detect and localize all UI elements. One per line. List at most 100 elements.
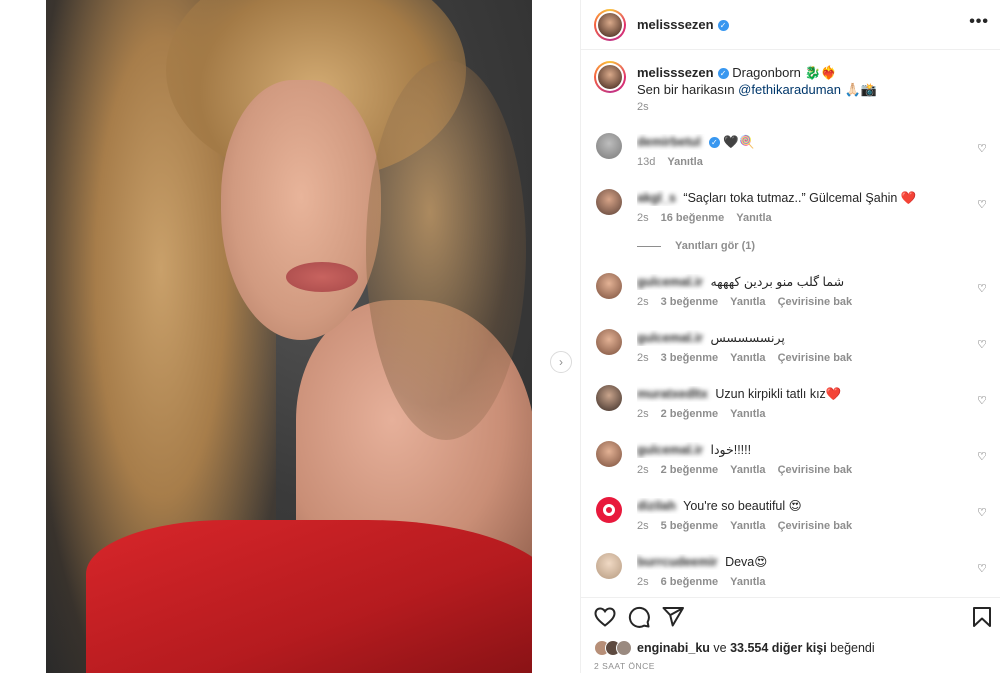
comment-like-heart-icon[interactable]: ♡ bbox=[977, 507, 989, 519]
comment-like-heart-icon[interactable]: ♡ bbox=[977, 143, 989, 155]
comment-time: 2s bbox=[637, 520, 649, 532]
comment-body: akgl_s “Saçları toka tutmaz..” Gülcemal … bbox=[637, 190, 967, 206]
comment-likes[interactable]: 3 beğenme bbox=[661, 352, 718, 364]
translate-button[interactable]: Çevirisine bak bbox=[778, 296, 853, 308]
reply-button[interactable]: Yanıtla bbox=[730, 464, 765, 476]
comment-body: demirbetul ✓ 🖤🍭 bbox=[637, 134, 967, 150]
caption-mention-link[interactable]: @fethikaraduman bbox=[738, 82, 841, 97]
comment-meta: 2s 3 beğenme Yanıtla Çevirisine bak bbox=[637, 296, 864, 308]
caption-username[interactable]: melisssezen bbox=[637, 65, 714, 80]
caption-text: melisssezen ✓ Dragonborn 🐉❤️‍🔥 Sen bir ha… bbox=[637, 64, 977, 98]
comment-username[interactable]: muratxedltx bbox=[637, 387, 708, 401]
comment-like-heart-icon[interactable]: ♡ bbox=[977, 339, 989, 351]
comment-likes[interactable]: 2 beğenme bbox=[661, 464, 718, 476]
photo-face bbox=[221, 80, 381, 340]
bookmark-icon[interactable] bbox=[970, 605, 994, 629]
reply-button[interactable]: Yanıtla bbox=[730, 352, 765, 364]
comment-body: burrcudeemir Deva😍 bbox=[637, 554, 967, 570]
post-action-bar bbox=[581, 597, 1000, 633]
comment-meta: 2s 2 beğenme Yanıtla bbox=[637, 408, 778, 420]
comment-item: muratxedltx Uzun kirpikli tatlı kız❤️ 2s… bbox=[594, 383, 989, 427]
reply-button[interactable]: Yanıtla bbox=[730, 576, 765, 588]
view-replies-button[interactable]: Yanıtları gör (1) bbox=[637, 240, 755, 252]
comment-username[interactable]: demirbetul bbox=[637, 135, 701, 149]
comment-likes[interactable]: 5 beğenme bbox=[661, 520, 718, 532]
translate-button[interactable]: Çevirisine bak bbox=[778, 520, 853, 532]
likes-count[interactable]: 33.554 diğer kişi bbox=[730, 641, 827, 655]
comment-time: 13d bbox=[637, 156, 656, 168]
reply-button[interactable]: Yanıtla bbox=[730, 296, 765, 308]
comment-time: 2s bbox=[637, 296, 649, 308]
comment-body: gulcemal.ir خودا!!!!! bbox=[637, 442, 967, 458]
comment-meta: 13d Yanıtla bbox=[637, 156, 715, 168]
comment-likes[interactable]: 3 beğenme bbox=[661, 296, 718, 308]
comment-likes[interactable]: 2 beğenme bbox=[661, 408, 718, 420]
comment-body: muratxedltx Uzun kirpikli tatlı kız❤️ bbox=[637, 386, 967, 402]
post-photo[interactable] bbox=[46, 0, 532, 673]
comment-icon[interactable] bbox=[627, 605, 651, 629]
comment-time: 2s bbox=[637, 212, 649, 224]
likes-summary[interactable]: enginabi_ku ve 33.554 diğer kişi beğendi bbox=[594, 640, 875, 656]
translate-button[interactable]: Çevirisine bak bbox=[778, 464, 853, 476]
comment-time: 2s bbox=[637, 408, 649, 420]
comment-likes[interactable]: 6 beğenme bbox=[661, 576, 718, 588]
send-icon[interactable] bbox=[661, 605, 685, 629]
post-side-panel: melisssezen ✓ ••• melisssezen ✓ Dragonborn… bbox=[580, 0, 1000, 673]
comment-avatar[interactable] bbox=[596, 385, 622, 411]
caption-avatar[interactable] bbox=[594, 61, 626, 93]
comment-username[interactable]: akgl_s bbox=[637, 191, 676, 205]
comment-meta: 2s 2 beğenme Yanıtla Çevirisine bak bbox=[637, 464, 864, 476]
reply-button[interactable]: Yanıtla bbox=[730, 520, 765, 532]
liker-avatar bbox=[616, 640, 632, 656]
heart-icon[interactable] bbox=[593, 605, 617, 629]
comment-text: خودا!!!!! bbox=[710, 443, 752, 457]
brand-logo-icon bbox=[603, 504, 615, 516]
comment-avatar[interactable] bbox=[596, 189, 622, 215]
comment-username[interactable]: dizilah bbox=[637, 499, 676, 513]
comment-avatar[interactable] bbox=[596, 273, 622, 299]
caption-time: 2s bbox=[637, 101, 649, 113]
liker-username[interactable]: enginabi_ku bbox=[637, 641, 710, 655]
likes-text: enginabi_ku ve 33.554 diğer kişi beğendi bbox=[637, 641, 875, 655]
comment-item: akgl_s “Saçları toka tutmaz..” Gülcemal … bbox=[594, 187, 989, 231]
avatar[interactable] bbox=[594, 9, 626, 41]
comment-avatar[interactable] bbox=[596, 441, 622, 467]
reply-button[interactable]: Yanıtla bbox=[736, 212, 771, 224]
comment-like-heart-icon[interactable]: ♡ bbox=[977, 199, 989, 211]
comment-time: 2s bbox=[637, 576, 649, 588]
comment-username[interactable]: gulcemal.ir bbox=[637, 443, 703, 457]
post-header: melisssezen ✓ ••• bbox=[581, 0, 1000, 50]
comment-avatar[interactable] bbox=[596, 497, 622, 523]
comment-text: “Saçları toka tutmaz..” Gülcemal Şahin ❤… bbox=[683, 191, 917, 205]
verified-badge-icon: ✓ bbox=[708, 137, 720, 149]
header-username[interactable]: melisssezen ✓ bbox=[637, 17, 729, 32]
comment-body: gulcemal.ir پرنسسسسس bbox=[637, 330, 967, 346]
comment-like-heart-icon[interactable]: ♡ bbox=[977, 395, 989, 407]
comment-likes[interactable]: 16 beğenme bbox=[661, 212, 725, 224]
comment-text: Deva😍 bbox=[725, 555, 768, 569]
comment-text: You're so beautiful 😍 bbox=[683, 499, 802, 513]
reply-button[interactable]: Yanıtla bbox=[730, 408, 765, 420]
comment-meta: 2s 6 beğenme Yanıtla bbox=[637, 576, 778, 588]
comment-username[interactable]: burrcudeemir bbox=[637, 555, 718, 569]
more-options-icon[interactable]: ••• bbox=[969, 13, 989, 31]
comment-like-heart-icon[interactable]: ♡ bbox=[977, 451, 989, 463]
comment-like-heart-icon[interactable]: ♡ bbox=[977, 563, 989, 575]
comment-username[interactable]: gulcemal.ir bbox=[637, 275, 703, 289]
chevron-right-icon: › bbox=[559, 355, 563, 369]
photo-hair-right bbox=[366, 60, 526, 440]
comment-avatar[interactable] bbox=[596, 133, 622, 159]
photo-lips bbox=[286, 262, 358, 292]
translate-button[interactable]: Çevirisine bak bbox=[778, 352, 853, 364]
comment-like-heart-icon[interactable]: ♡ bbox=[977, 283, 989, 295]
comment-meta: 2s 5 beğenme Yanıtla Çevirisine bak bbox=[637, 520, 864, 532]
next-media-button[interactable]: › bbox=[550, 351, 572, 373]
comment-item: dizilah You're so beautiful 😍 2s 5 beğenm… bbox=[594, 495, 989, 539]
comment-time: 2s bbox=[637, 464, 649, 476]
reply-button[interactable]: Yanıtla bbox=[667, 156, 702, 168]
comment-avatar[interactable] bbox=[596, 329, 622, 355]
comment-username[interactable]: gulcemal.ir bbox=[637, 331, 703, 345]
verified-badge-icon: ✓ bbox=[717, 68, 729, 80]
comment-avatar[interactable] bbox=[596, 553, 622, 579]
comment-item: demirbetul ✓ 🖤🍭 13d Yanıtla ♡ bbox=[594, 131, 989, 175]
